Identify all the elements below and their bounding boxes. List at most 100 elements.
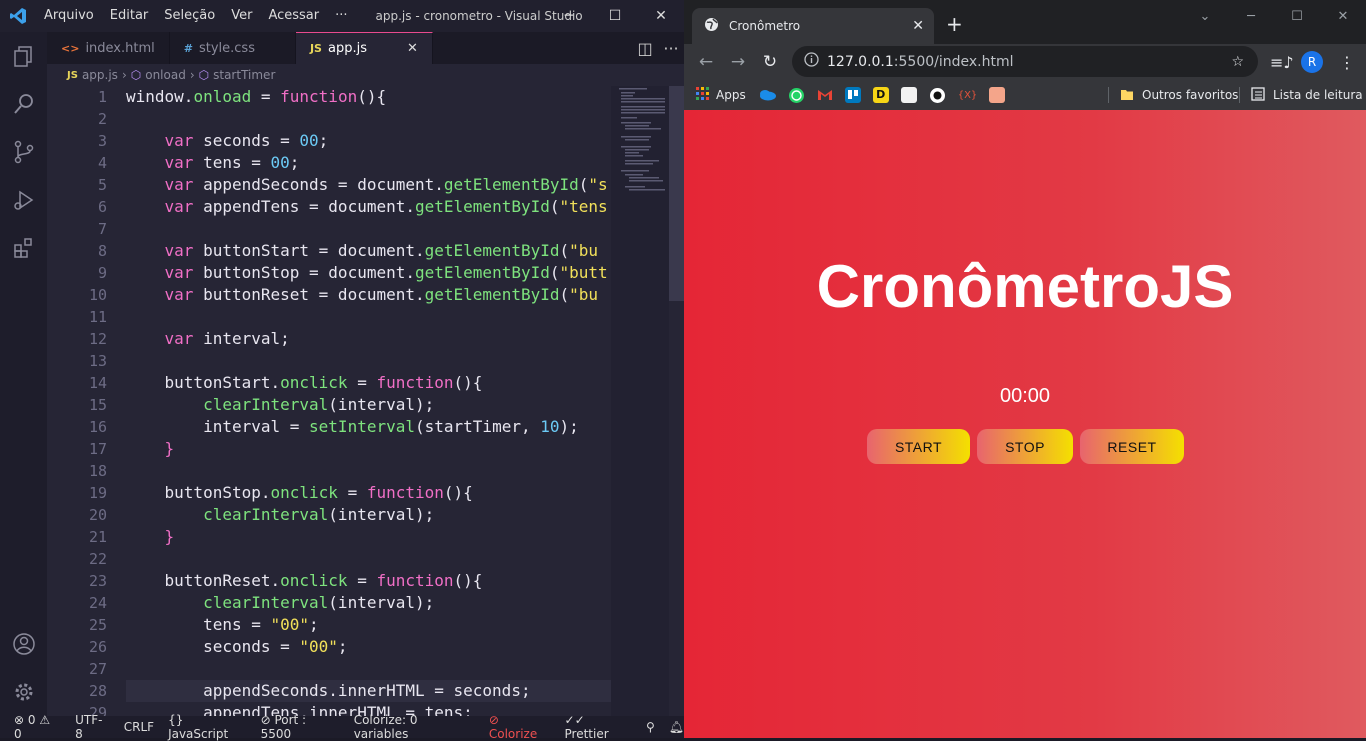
code-editor[interactable]: 1 2 3 4 5 6 7 8 9 10 11 12 13 14 15 16 17 18 19 20 21 22 23 24 2…: [47, 86, 684, 716]
dio-icon[interactable]: D: [872, 87, 889, 103]
explorer-icon[interactable]: [0, 32, 47, 80]
reset-button[interactable]: RESET: [1080, 429, 1184, 464]
menu-arquivo[interactable]: Arquivo: [36, 0, 102, 32]
code-line[interactable]: var interval;: [126, 328, 611, 350]
code-line[interactable]: [126, 548, 611, 570]
code-line[interactable]: appendSeconds.innerHTML = seconds;: [126, 680, 611, 702]
back-arrow-icon[interactable]: ←: [690, 52, 722, 72]
book-icon[interactable]: [989, 87, 1006, 103]
code-line[interactable]: interval = setInterval(startTimer, 10);: [126, 416, 611, 438]
code-line[interactable]: [126, 108, 611, 130]
minimize-icon[interactable]: ─: [1228, 0, 1274, 32]
encoding-label[interactable]: UTF-8: [75, 713, 110, 741]
breadcrumb-starttimer[interactable]: startTimer: [213, 68, 275, 82]
maximize-icon[interactable]: ☐: [592, 0, 638, 32]
code-token: (: [549, 197, 560, 216]
menu-more[interactable]: ···: [327, 0, 355, 32]
code-line[interactable]: var buttonStart = document.getElementByI…: [126, 240, 611, 262]
menu-selecao[interactable]: Seleção: [156, 0, 223, 32]
code-line[interactable]: buttonStop.onclick = function(){: [126, 482, 611, 504]
colorize-toggle[interactable]: ⊘ Colorize: [489, 713, 551, 741]
tab-style-css[interactable]: # style.css: [169, 32, 296, 64]
other-favorites-folder[interactable]: Outros favoritos: [1120, 87, 1238, 104]
close-tab-icon[interactable]: ✕: [912, 18, 924, 34]
close-tab-icon[interactable]: ✕: [407, 41, 418, 56]
feedback-icon[interactable]: ⚲: [646, 720, 655, 734]
forward-arrow-icon[interactable]: →: [722, 52, 754, 72]
code-line[interactable]: [126, 350, 611, 372]
code-line[interactable]: }: [126, 438, 611, 460]
tab-search-chevron-icon[interactable]: ⌄: [1182, 0, 1228, 32]
code-line[interactable]: [126, 460, 611, 482]
menu-ver[interactable]: Ver: [223, 0, 260, 32]
code-line[interactable]: clearInterval(interval);: [126, 592, 611, 614]
new-tab-plus-icon[interactable]: +: [946, 12, 963, 36]
editor-scrollbar[interactable]: [669, 86, 684, 716]
whatsapp-icon[interactable]: [788, 87, 805, 104]
code-line[interactable]: [126, 306, 611, 328]
code-line[interactable]: buttonStart.onclick = function(){: [126, 372, 611, 394]
problems-indicator[interactable]: ⊗ 0 ⚠ 0: [14, 713, 61, 741]
live-server-port[interactable]: ⊘ Port : 5500: [261, 713, 340, 741]
code-line[interactable]: [126, 218, 611, 240]
code-line[interactable]: buttonReset.onclick = function(){: [126, 570, 611, 592]
code-line[interactable]: tens = "00";: [126, 614, 611, 636]
close-icon[interactable]: ✕: [1320, 0, 1366, 32]
stop-button[interactable]: STOP: [977, 429, 1073, 464]
code-line[interactable]: var seconds = 00;: [126, 130, 611, 152]
gmail-icon[interactable]: [817, 89, 833, 101]
tab-index-html[interactable]: <> index.html: [47, 32, 170, 64]
menu-acessar[interactable]: Acessar: [260, 0, 327, 32]
breadcrumb-file[interactable]: app.js: [82, 68, 118, 82]
code-line[interactable]: }: [126, 526, 611, 548]
profile-avatar[interactable]: R: [1301, 51, 1323, 73]
reload-icon[interactable]: ↻: [754, 52, 786, 72]
address-bar[interactable]: 127.0.0.1:5500/index.html ☆: [792, 46, 1258, 77]
reading-list-icon[interactable]: ≡♪: [1270, 53, 1294, 72]
code-line[interactable]: var tens = 00;: [126, 152, 611, 174]
tab-app-js[interactable]: JS app.js ✕: [295, 32, 433, 64]
menu-editar[interactable]: Editar: [102, 0, 157, 32]
github-icon[interactable]: [929, 87, 946, 104]
minimap[interactable]: [611, 86, 669, 716]
extensions-icon[interactable]: [0, 224, 47, 272]
prettier-status[interactable]: ✓✓ Prettier: [565, 713, 632, 741]
code-line[interactable]: seconds = "00";: [126, 636, 611, 658]
code-line[interactable]: clearInterval(interval);: [126, 394, 611, 416]
maximize-icon[interactable]: ☐: [1274, 0, 1320, 32]
code-text[interactable]: window.onload = function(){ var seconds …: [126, 86, 611, 716]
activity-bar: [0, 32, 47, 716]
code-line[interactable]: window.onload = function(){: [126, 86, 611, 108]
code-line[interactable]: var appendTens = document.getElementById…: [126, 196, 611, 218]
search-icon[interactable]: [0, 80, 47, 128]
split-editor-icon[interactable]: ◫: [632, 39, 658, 58]
start-button[interactable]: START: [867, 429, 970, 464]
code-line[interactable]: var buttonStop = document.getElementById…: [126, 262, 611, 284]
kebab-menu-icon[interactable]: ⋮: [1339, 53, 1355, 72]
colorize-variables[interactable]: Colorize: 0 variables: [354, 713, 475, 741]
notifications-bell-icon[interactable]: 🔔︎: [669, 720, 684, 734]
code-line[interactable]: var appendSeconds = document.getElementB…: [126, 174, 611, 196]
settings-gear-icon[interactable]: [0, 668, 47, 716]
run-debug-icon[interactable]: [0, 176, 47, 224]
bookmark-star-icon[interactable]: ☆: [1231, 54, 1244, 70]
code-line[interactable]: clearInterval(interval);: [126, 504, 611, 526]
notion-icon[interactable]: [900, 87, 917, 103]
close-icon[interactable]: ✕: [638, 0, 684, 32]
more-actions-icon[interactable]: ···: [658, 39, 684, 58]
code-line[interactable]: [126, 658, 611, 680]
code-line[interactable]: var buttonReset = document.getElementByI…: [126, 284, 611, 306]
trello-icon[interactable]: [844, 87, 861, 103]
accounts-icon[interactable]: [0, 620, 47, 668]
reading-list-button[interactable]: Lista de leitura: [1251, 86, 1363, 104]
onedrive-icon[interactable]: [758, 89, 776, 101]
eol-label[interactable]: CRLF: [124, 720, 154, 734]
language-mode[interactable]: {} JavaScript: [168, 713, 247, 741]
minimize-icon[interactable]: ─: [546, 0, 592, 32]
xd-icon[interactable]: {X}: [958, 90, 978, 101]
apps-bookmark[interactable]: Apps: [696, 86, 746, 104]
source-control-icon[interactable]: [0, 128, 47, 176]
scrollbar-thumb[interactable]: [669, 86, 684, 301]
breadcrumb-onload[interactable]: onload: [145, 68, 186, 82]
browser-tab-cronometro[interactable]: Cronômetro ✕: [692, 8, 934, 44]
